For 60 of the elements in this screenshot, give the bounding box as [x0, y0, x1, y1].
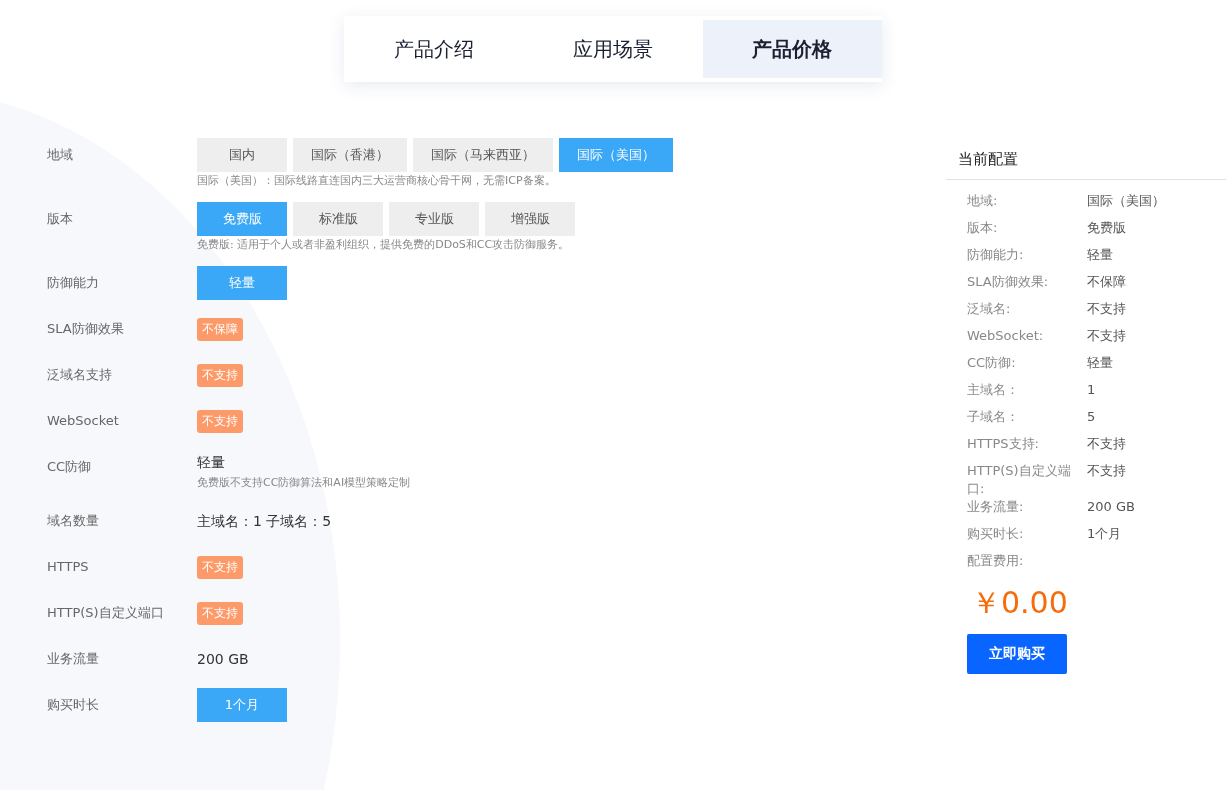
summary-value: 1 [1087, 381, 1097, 399]
summary-label: 主域名： [967, 381, 1020, 399]
panel-title: 当前配置 [946, 150, 1226, 180]
field-label: 域名数量 [47, 512, 100, 530]
field-label: 防御能力 [47, 274, 100, 292]
summary-value: 国际（美国） [1087, 192, 1166, 210]
summary-label: 泛域名: [967, 300, 1012, 318]
status-tag: 不支持 [197, 555, 243, 579]
field-label: 购买时长 [47, 696, 100, 714]
option-button[interactable]: 国内 [197, 138, 287, 172]
status-tag: 不支持 [197, 601, 243, 625]
summary-value: 轻量 [1087, 246, 1114, 264]
option-button[interactable]: 标准版 [293, 202, 383, 236]
summary-value: 5 [1087, 408, 1097, 426]
status-tag: 不支持 [197, 363, 243, 387]
summary-label: 防御能力: [967, 246, 1025, 264]
summary-label: HTTP(S)自定义端口: [967, 462, 1072, 498]
summary-value: 不支持 [1087, 435, 1127, 453]
option-button[interactable]: 国际（香港） [293, 138, 407, 172]
field-label: HTTPS [47, 558, 90, 576]
summary-value: 免费版 [1087, 219, 1127, 237]
summary-label: SLA防御效果: [967, 273, 1050, 291]
summary-label: 业务流量: [967, 498, 1025, 516]
field-label: HTTP(S)自定义端口 [47, 604, 165, 622]
field-value: 主域名：1 子域名：5 [197, 512, 333, 531]
summary-label: 地域: [967, 192, 999, 210]
field-note: 免费版不支持CC防御算法和AI模型策略定制 [197, 475, 412, 491]
field-label: 泛域名支持 [47, 366, 113, 384]
option-button[interactable]: 增强版 [485, 202, 575, 236]
price: ￥0.00 [971, 584, 1069, 622]
field-label: WebSocket [47, 412, 120, 430]
summary-value: 不支持 [1087, 300, 1127, 318]
field-value: 200 GB [197, 650, 250, 669]
summary-value: 1个月 [1087, 525, 1123, 543]
status-tag: 不保障 [197, 317, 243, 341]
summary-value: 200 GB [1087, 498, 1136, 516]
summary-label: HTTPS支持: [967, 435, 1040, 453]
summary-value: 轻量 [1087, 354, 1114, 372]
summary-label: 购买时长: [967, 525, 1025, 543]
buy-button[interactable]: 立即购买 [967, 634, 1067, 674]
option-note: 免费版: 适用于个人或者非盈利组织，提供免费的DDoS和CC攻击防御服务。 [197, 237, 571, 253]
summary-label: WebSocket: [967, 327, 1045, 345]
option-note: 国际（美国）：国际线路直连国内三大运营商核心骨干网，无需ICP备案。 [197, 173, 557, 189]
field-label: SLA防御效果 [47, 320, 125, 338]
status-tag: 不支持 [197, 409, 243, 433]
field-label: 地域 [47, 146, 74, 164]
field-label: CC防御 [47, 458, 93, 476]
field-value: 轻量 [197, 453, 226, 472]
summary-label: 配置费用: [967, 552, 1025, 570]
summary-value: 不支持 [1087, 327, 1127, 345]
option-button[interactable]: 国际（马来西亚） [413, 138, 553, 172]
summary-value: 不保障 [1087, 273, 1127, 291]
summary-label: 版本: [967, 219, 999, 237]
field-label: 版本 [47, 210, 74, 228]
summary-label: 子域名： [967, 408, 1020, 426]
summary-label: CC防御: [967, 354, 1017, 372]
summary-value: 不支持 [1087, 462, 1127, 480]
tab[interactable]: 产品价格 [702, 20, 882, 78]
option-button[interactable]: 专业版 [389, 202, 479, 236]
field-label: 业务流量 [47, 650, 100, 668]
